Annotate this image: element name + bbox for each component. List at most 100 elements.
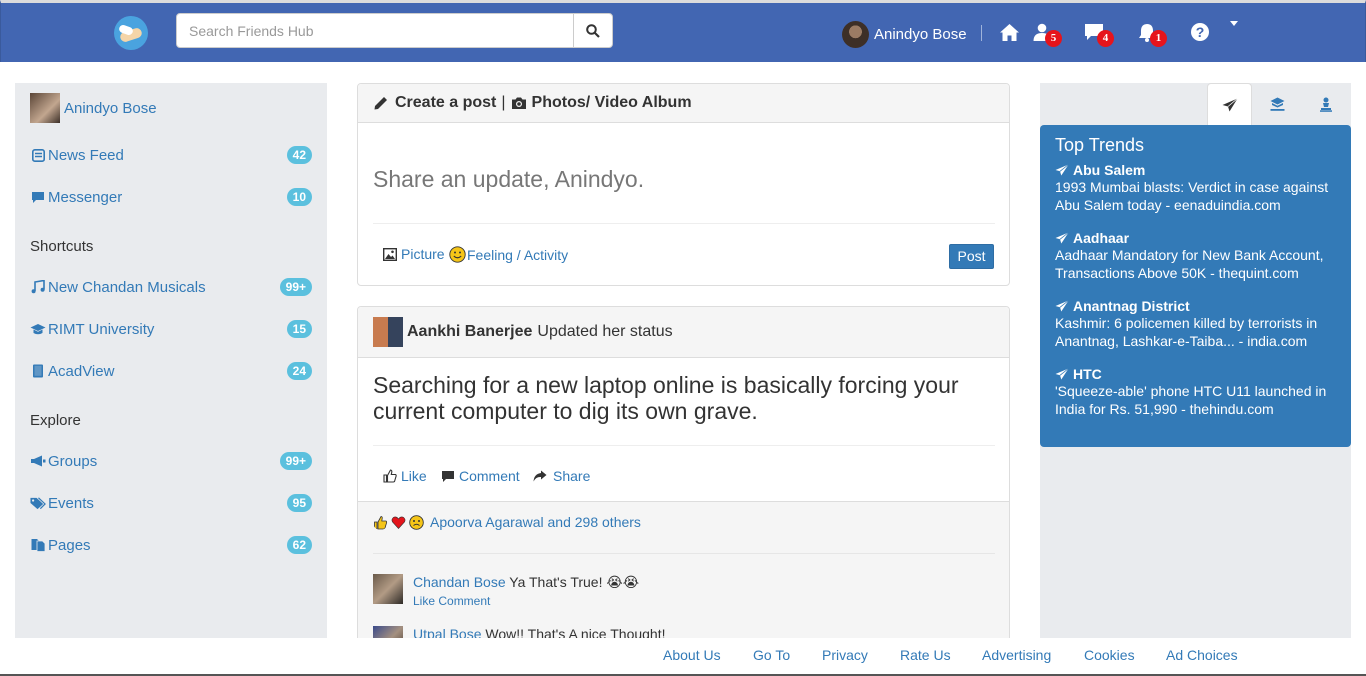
count-badge: 10: [286, 188, 312, 206]
divider: [981, 25, 982, 41]
avatar[interactable]: [373, 574, 403, 604]
pages-icon: [30, 537, 46, 553]
comment-icon: [30, 189, 46, 205]
avatar: [30, 93, 60, 123]
sidebar-item-acadview[interactable]: AcadView 24: [30, 360, 312, 382]
image-icon: [383, 247, 397, 261]
post-composer: Create a post | Photos/ Video Album Shar…: [357, 83, 1010, 286]
search-input[interactable]: [176, 13, 574, 48]
notifications-button[interactable]: 1: [1136, 21, 1167, 47]
trend-item[interactable]: HTC 'Squeeze-able' phone HTC U11 launche…: [1055, 366, 1336, 418]
handshake-logo-icon[interactable]: [114, 16, 148, 50]
divider: [373, 553, 995, 554]
sidebar-item-label: Groups: [48, 452, 98, 470]
graduation-cap-icon: [30, 321, 46, 337]
search-button[interactable]: [573, 13, 613, 48]
top-navbar: Anindyo Bose 5 4 1 ?: [0, 0, 1366, 62]
paper-plane-icon: [1055, 368, 1069, 380]
count-badge: 62: [286, 536, 312, 554]
sidebar-item-label: News Feed: [48, 146, 124, 164]
share-update-input[interactable]: Share an update, Anindyo.: [373, 166, 644, 193]
profile-link[interactable]: Anindyo Bose: [842, 20, 967, 48]
comment-author[interactable]: Chandan Bose: [413, 574, 506, 590]
share-arrow-icon: [533, 470, 547, 482]
paper-plane-icon: [1222, 97, 1238, 111]
messages-badge: 4: [1097, 30, 1114, 47]
feeling-activity-button[interactable]: Feeling / Activity: [449, 246, 568, 263]
trend-title: Abu Salem: [1073, 162, 1146, 178]
trend-title: Anantnag District: [1073, 298, 1190, 314]
footer-link-cookies[interactable]: Cookies: [1084, 647, 1135, 663]
sidebar-item-pages[interactable]: Pages 62: [30, 534, 312, 556]
paper-plane-icon: [1055, 300, 1069, 312]
trend-description: 'Squeeze-able' phone HTC U11 launched in…: [1055, 383, 1327, 417]
heart-reaction-icon: [391, 516, 406, 529]
post-text: Searching for a new laptop online is bas…: [373, 372, 959, 424]
sidebar-profile-link[interactable]: Anindyo Bose: [30, 93, 157, 123]
sidebar-item-events[interactable]: Events 95: [30, 492, 312, 514]
search-icon: [586, 23, 600, 38]
comment-icon: [442, 470, 454, 482]
tab-education[interactable]: [1255, 83, 1300, 125]
sidebar-item-rimt-university[interactable]: RIMT University 15: [30, 318, 312, 340]
help-button[interactable]: ?: [1189, 21, 1211, 43]
dropdown-caret-icon[interactable]: [1230, 21, 1238, 26]
question-circle-icon: ?: [1191, 23, 1209, 41]
trend-title: HTC: [1073, 366, 1102, 382]
sidebar-item-groups[interactable]: Groups 99+: [30, 450, 312, 472]
footer-link-privacy[interactable]: Privacy: [822, 647, 868, 663]
sidebar-item-messenger[interactable]: Messenger 10: [30, 186, 312, 208]
avatar[interactable]: [373, 317, 403, 347]
footer-link-rate-us[interactable]: Rate Us: [900, 647, 951, 663]
footer-link-go-to[interactable]: Go To: [753, 647, 790, 663]
footer-link-about-us[interactable]: About Us: [663, 647, 721, 663]
post-button[interactable]: Post: [949, 244, 994, 269]
trend-item[interactable]: Anantnag District Kashmir: 6 policemen k…: [1055, 298, 1336, 350]
trends-title: Top Trends: [1055, 135, 1145, 155]
picture-label: Picture: [401, 246, 445, 262]
like-button[interactable]: Like: [383, 468, 427, 484]
trend-item[interactable]: Aadhaar Aadhaar Mandatory for New Bank A…: [1055, 230, 1336, 282]
friend-requests-button[interactable]: 5: [1031, 21, 1062, 47]
post-author[interactable]: Aankhi Banerjee: [407, 323, 532, 341]
profile-name: Anindyo Bose: [874, 25, 967, 43]
pencil-icon: [374, 97, 387, 110]
sidebar-item-label: Events: [48, 494, 94, 512]
paper-plane-icon: [1055, 164, 1069, 176]
share-button[interactable]: Share: [533, 468, 590, 484]
share-label: Share: [553, 468, 591, 484]
paper-plane-icon: [1055, 232, 1069, 244]
home-button[interactable]: [998, 21, 1020, 43]
feeling-label: Feeling / Activity: [467, 246, 569, 263]
trend-description: Aadhaar Mandatory for New Bank Account, …: [1055, 247, 1324, 281]
explore-heading: Explore: [30, 412, 81, 429]
add-picture-button[interactable]: Picture: [383, 246, 445, 262]
svg-text:?: ?: [1196, 24, 1205, 40]
music-icon: [30, 279, 46, 295]
wow-reaction-icon: [409, 514, 424, 530]
sidebar-item-news-feed[interactable]: News Feed 42: [30, 144, 312, 166]
count-badge: 42: [286, 146, 312, 164]
friend-requests-badge: 5: [1045, 30, 1062, 47]
trend-item[interactable]: Abu Salem 1993 Mumbai blasts: Verdict in…: [1055, 162, 1336, 214]
smiley-icon: [449, 246, 466, 263]
photo-album-tab[interactable]: Photos/ Video Album: [532, 94, 692, 112]
comment-button[interactable]: Comment: [441, 468, 520, 484]
create-post-tab[interactable]: Create a post: [395, 94, 496, 112]
comment-actions[interactable]: Like Comment: [413, 594, 639, 608]
tab-games[interactable]: [1303, 83, 1348, 125]
count-badge: 95: [286, 494, 312, 512]
sidebar-item-label: RIMT University: [48, 320, 155, 338]
footer-link-ad-choices[interactable]: Ad Choices: [1166, 647, 1238, 663]
post-header: Aankhi Banerjee Updated her status: [358, 307, 1009, 358]
avatar: [842, 20, 869, 48]
sidebar-item-new-chandan-musicals[interactable]: New Chandan Musicals 99+: [30, 276, 312, 298]
reactions-summary[interactable]: Apoorva Agarawal and 298 others: [373, 514, 641, 530]
reactions-text: Apoorva Agarawal and 298 others: [430, 514, 641, 530]
count-badge: 99+: [279, 278, 312, 296]
tab-trends[interactable]: [1207, 83, 1252, 125]
footer-link-advertising[interactable]: Advertising: [982, 647, 1051, 663]
thumbs-up-reaction-icon: [374, 515, 388, 529]
sidebar-item-label: AcadView: [48, 362, 115, 380]
messages-button[interactable]: 4: [1083, 21, 1114, 47]
